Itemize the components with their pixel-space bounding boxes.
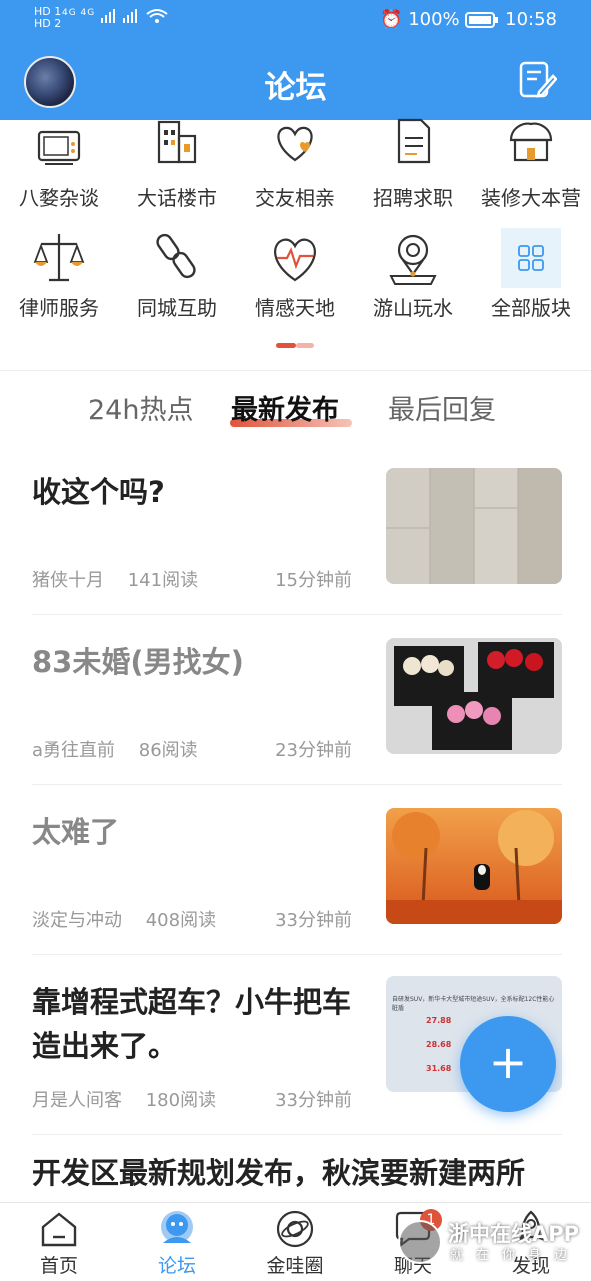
category-jiaoyou[interactable]: 交友相亲 (236, 118, 354, 211)
nav-forum[interactable]: 论坛 (118, 1209, 236, 1278)
category-label: 交友相亲 (255, 186, 335, 210)
thumb-value-1: 27.88 (426, 1016, 452, 1025)
category-qinggan[interactable]: 情感天地 (236, 228, 354, 321)
post-title: 83未婚(男找女) (32, 645, 244, 679)
category-zhaopin[interactable]: 招聘求职 (354, 118, 472, 211)
status-bar: HD 1 HD 2 4G 4G ⏰ 100% 10:58 (0, 0, 591, 42)
tv-icon (37, 130, 81, 165)
category-loushi[interactable]: 大话楼市 (118, 118, 236, 211)
post-item[interactable]: 太难了 淡定与冲动 408阅读 33分钟前 (32, 784, 562, 955)
category-label: 游山玩水 (373, 296, 453, 320)
battery-icon (465, 12, 499, 28)
category-label: 招聘求职 (373, 186, 453, 210)
category-label: 装修大本营 (481, 186, 581, 210)
tab-last-reply[interactable]: 最后回复 (388, 388, 496, 427)
post-time: 15分钟前 (275, 570, 352, 591)
app-watermark: 浙中在线APP 就在你身边 (398, 1218, 588, 1278)
home-icon (41, 1212, 77, 1247)
post-meta: a勇往直前 86阅读 23分钟前 (32, 736, 362, 762)
post-reads: 141阅读 (127, 570, 199, 591)
status-right: ⏰ 100% 10:58 (380, 9, 557, 30)
category-youshan[interactable]: 游山玩水 (354, 228, 472, 321)
post-title: 太难了 (32, 815, 120, 849)
forum-icon (161, 1211, 193, 1243)
post-time: 23分钟前 (275, 740, 352, 761)
category-label: 大话楼市 (137, 186, 217, 210)
page-dot-active (276, 343, 296, 348)
post-thumbnail (386, 468, 562, 584)
thumb-value-3: 31.68 (426, 1064, 452, 1073)
app-bar: 论坛 (0, 42, 591, 120)
signal-icon: 4G 4G (62, 8, 171, 24)
post-reads: 180阅读 (145, 1090, 217, 1111)
nav-label: 金哇圈 (266, 1255, 324, 1277)
thumb-caption: 自研发SUV，新华卡大型城市短途SUV，全系标配12C性能心脏盾 (392, 996, 555, 1012)
page-indicator (276, 343, 316, 348)
post-author: a勇往直前 (32, 740, 116, 761)
document-icon (397, 118, 431, 164)
planet-icon (276, 1210, 314, 1248)
post-title: 收这个吗? (32, 475, 165, 509)
category-label: 律师服务 (19, 296, 99, 320)
post-title-partial[interactable]: 开发区最新规划发布，秋滨要新建两所 (32, 1150, 572, 1192)
sim2-label: HD 2 (34, 17, 62, 30)
sim-indicators: HD 1 HD 2 (34, 6, 61, 30)
post-reads: 408阅读 (145, 910, 217, 931)
watermark-slogan: 就在你身边 (450, 1248, 581, 1263)
page-dot (296, 343, 314, 348)
nav-label: 首页 (39, 1255, 78, 1277)
page-title: 论坛 (264, 70, 327, 106)
category-label: 同城互助 (137, 296, 217, 320)
post-time: 33分钟前 (275, 910, 352, 931)
watermark-logo (398, 1220, 442, 1264)
thumb-value-2: 28.68 (426, 1040, 452, 1049)
heartbeat-icon (274, 238, 316, 282)
link-icon (156, 233, 196, 279)
category-zhuangxiu[interactable]: 装修大本营 (472, 118, 590, 211)
heart-icon (277, 126, 313, 162)
battery-text: 100% (408, 9, 460, 30)
post-author: 猪侠十月 (32, 570, 104, 591)
category-bawu[interactable]: 八婺杂谈 (0, 118, 118, 211)
post-thumbnail (386, 638, 562, 754)
category-label: 全部版块 (491, 296, 571, 320)
tab-latest[interactable]: 最新发布 (231, 388, 339, 427)
post-time: 33分钟前 (275, 1090, 352, 1111)
post-thumbnail (386, 808, 562, 924)
scales-icon (33, 234, 85, 282)
post-title: 靠增程式超车？小牛把车造出来了。 (32, 985, 352, 1063)
post-meta: 淡定与冲动 408阅读 33分钟前 (32, 906, 362, 932)
nav-label: 论坛 (157, 1255, 196, 1277)
category-label: 情感天地 (255, 296, 335, 320)
post-author: 淡定与冲动 (32, 910, 122, 931)
new-post-fab[interactable]: + (460, 1016, 556, 1112)
tab-24h-hot[interactable]: 24h热点 (88, 388, 193, 427)
nav-home[interactable]: 首页 (0, 1209, 118, 1278)
category-lvshi[interactable]: 律师服务 (0, 228, 118, 321)
post-reads: 86阅读 (138, 740, 198, 761)
alarm-icon: ⏰ (380, 9, 403, 30)
post-meta: 猪侠十月 141阅读 15分钟前 (32, 566, 362, 592)
feed-tabs: 24h热点 最新发布 最后回复 (0, 388, 591, 438)
header: HD 1 HD 2 4G 4G ⏰ 100% 10:58 论坛 (0, 0, 591, 120)
category-grid: 八婺杂谈 大话楼市 交友相亲 招聘求职 装修大本营 律师服务 同城互助 情感天地… (0, 118, 591, 370)
grid-icon (501, 228, 561, 288)
compose-post-icon[interactable] (517, 60, 557, 100)
building-icon (157, 120, 197, 164)
category-tongcheng[interactable]: 同城互助 (118, 228, 236, 321)
post-author: 月是人间客 (32, 1090, 122, 1111)
house-icon (509, 122, 553, 162)
category-all[interactable]: 全部版块 (472, 228, 590, 321)
map-pin-icon (389, 234, 437, 285)
post-item[interactable]: 83未婚(男找女) a勇往直前 86阅读 23分钟前 (32, 614, 562, 785)
wifi-icon (100, 9, 168, 23)
post-meta: 月是人间客 180阅读 33分钟前 (32, 1086, 362, 1112)
divider (0, 370, 591, 371)
clock-text: 10:58 (505, 9, 557, 30)
network-label: 4G 4G (62, 8, 96, 18)
nav-circle[interactable]: 金哇圈 (236, 1209, 354, 1278)
category-label: 八婺杂谈 (19, 186, 99, 210)
post-item[interactable]: 收这个吗? 猪侠十月 141阅读 15分钟前 (32, 444, 562, 615)
